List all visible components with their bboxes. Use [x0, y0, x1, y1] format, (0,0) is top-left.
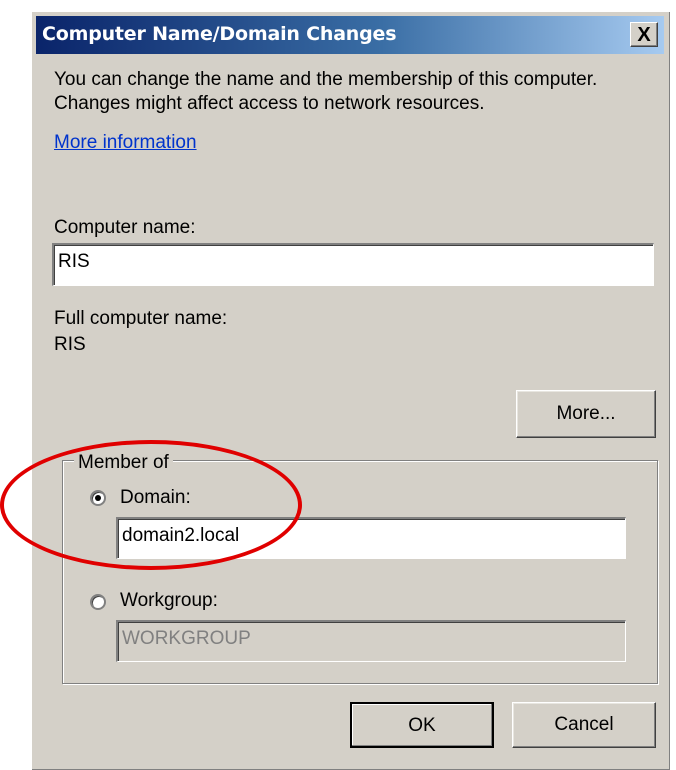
dialog-window: Computer Name/Domain Changes X You can c…: [30, 10, 670, 770]
domain-input[interactable]: domain2.local: [116, 517, 626, 559]
more-information-link[interactable]: More information: [54, 132, 197, 154]
domain-radio[interactable]: [90, 490, 106, 506]
more-button[interactable]: More...: [516, 390, 656, 438]
computer-name-input[interactable]: RIS: [52, 243, 654, 286]
computer-name-label: Computer name:: [54, 217, 196, 238]
close-icon: X: [637, 24, 651, 46]
radio-selected-dot: [95, 495, 101, 501]
domain-label[interactable]: Domain:: [120, 487, 191, 509]
workgroup-label[interactable]: Workgroup:: [120, 590, 218, 612]
full-computer-name-value: RIS: [54, 334, 86, 355]
full-computer-name-label: Full computer name:: [54, 308, 228, 329]
ok-button[interactable]: OK: [350, 702, 494, 748]
workgroup-input: WORKGROUP: [116, 620, 626, 662]
cancel-button[interactable]: Cancel: [512, 702, 656, 748]
description-text: You can change the name and the membersh…: [54, 69, 598, 114]
title-bar[interactable]: Computer Name/Domain Changes X: [36, 16, 664, 54]
window-title: Computer Name/Domain Changes: [42, 23, 397, 45]
workgroup-radio[interactable]: [90, 594, 106, 610]
close-button[interactable]: X: [630, 22, 658, 47]
member-of-label: Member of: [74, 452, 173, 474]
